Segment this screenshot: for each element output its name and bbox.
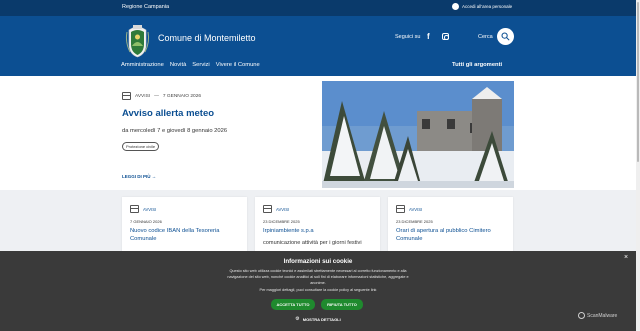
hero-tag[interactable]: Protezione civile: [122, 142, 160, 151]
hero-image: [322, 81, 514, 188]
card-date: 7 GENNAIO 2026: [130, 219, 162, 224]
card-title[interactable]: Orari di apertura al pubblico Cimitero C…: [396, 228, 505, 244]
hero-description: da mercoledì 7 e giovedì 8 gennaio 2026: [122, 128, 228, 134]
login-link[interactable]: Accedi all'area personale: [452, 3, 512, 10]
search-button[interactable]: [497, 28, 514, 45]
search-label[interactable]: Cerca: [478, 34, 493, 40]
hero-separator: —: [154, 93, 159, 99]
nav-item-amministrazione[interactable]: Amministrazione: [121, 62, 164, 68]
login-label: Accedi all'area personale: [462, 4, 513, 9]
site-header: Comune di Montemiletto Seguici su f Cerc…: [0, 16, 636, 76]
site-title[interactable]: Comune di Montemiletto: [158, 33, 256, 43]
watermark-label: ScanMalware: [587, 312, 618, 319]
page-scrollbar[interactable]: [636, 0, 640, 331]
scrollbar-thumb[interactable]: [637, 2, 639, 162]
card-category: AVVISI: [409, 206, 423, 212]
show-details-label: MOSTRA DETTAGLI: [302, 316, 341, 322]
crest-logo[interactable]: [124, 24, 151, 58]
watermark: ScanMalware: [578, 312, 617, 319]
arrow-right-icon: →: [151, 174, 157, 179]
calendar-icon: [122, 92, 131, 100]
card-category: AVVISI: [143, 206, 157, 212]
facebook-icon[interactable]: f: [427, 32, 430, 41]
show-details-button[interactable]: ⚙ MOSTRA DETTAGLI: [0, 316, 636, 322]
card-date: 23 DICEMBRE 2025: [396, 219, 433, 224]
hero-meta: AVVISI — 7 GENNAIO 2026: [122, 92, 201, 100]
card-date: 23 DICEMBRE 2025: [263, 219, 300, 224]
calendar-icon: [130, 205, 139, 213]
search-icon: [501, 32, 510, 41]
hero-title[interactable]: Avviso allerta meteo: [122, 108, 214, 119]
gear-icon: ⚙: [295, 316, 300, 322]
hero-date: 7 GENNAIO 2026: [162, 93, 202, 99]
nav-item-novita[interactable]: Novità: [170, 62, 186, 68]
card-title[interactable]: Irpiniambiente s.p.a: [263, 228, 372, 236]
nav-all-topics[interactable]: Tutti gli argomenti: [452, 62, 502, 68]
cookie-policy-link[interactable]: Per maggiori dettagli, puoi consultare l…: [0, 288, 636, 292]
user-icon: [452, 3, 459, 10]
card-category: AVVISI: [276, 206, 290, 212]
read-more-link[interactable]: LEGGI DI PIÙ →: [122, 174, 156, 179]
cookie-title: Informazioni sui cookie: [283, 258, 353, 265]
scan-icon: [578, 312, 585, 319]
card-description: comunicazione attività per i giorni fest…: [263, 239, 362, 246]
top-bar: Regione Campania Accedi all'area persona…: [0, 0, 636, 16]
calendar-icon: [263, 205, 272, 213]
accept-all-button[interactable]: ACCETTA TUTTO: [271, 299, 315, 310]
nav-item-vivere[interactable]: Vivere il Comune: [216, 62, 260, 68]
reject-all-button[interactable]: RIFIUTA TUTTO: [321, 299, 363, 310]
nav-item-servizi[interactable]: Servizi: [192, 62, 209, 68]
hero-category: AVVISI: [135, 93, 151, 99]
read-more-label: LEGGI DI PIÙ: [122, 174, 151, 179]
card-title[interactable]: Nuovo codice IBAN della Tesoreria Comuna…: [130, 228, 239, 244]
region-link[interactable]: Regione Campania: [122, 4, 169, 10]
cookie-banner: × Informazioni sui cookie Questo sito we…: [0, 251, 636, 331]
instagram-icon[interactable]: [442, 33, 449, 40]
main-nav: Amministrazione Novità Servizi Vivere il…: [121, 62, 260, 68]
cookie-text: Questo sito web utilizza cookie tecnici …: [227, 269, 409, 285]
calendar-icon: [396, 205, 405, 213]
follow-label: Seguici su: [395, 34, 421, 40]
